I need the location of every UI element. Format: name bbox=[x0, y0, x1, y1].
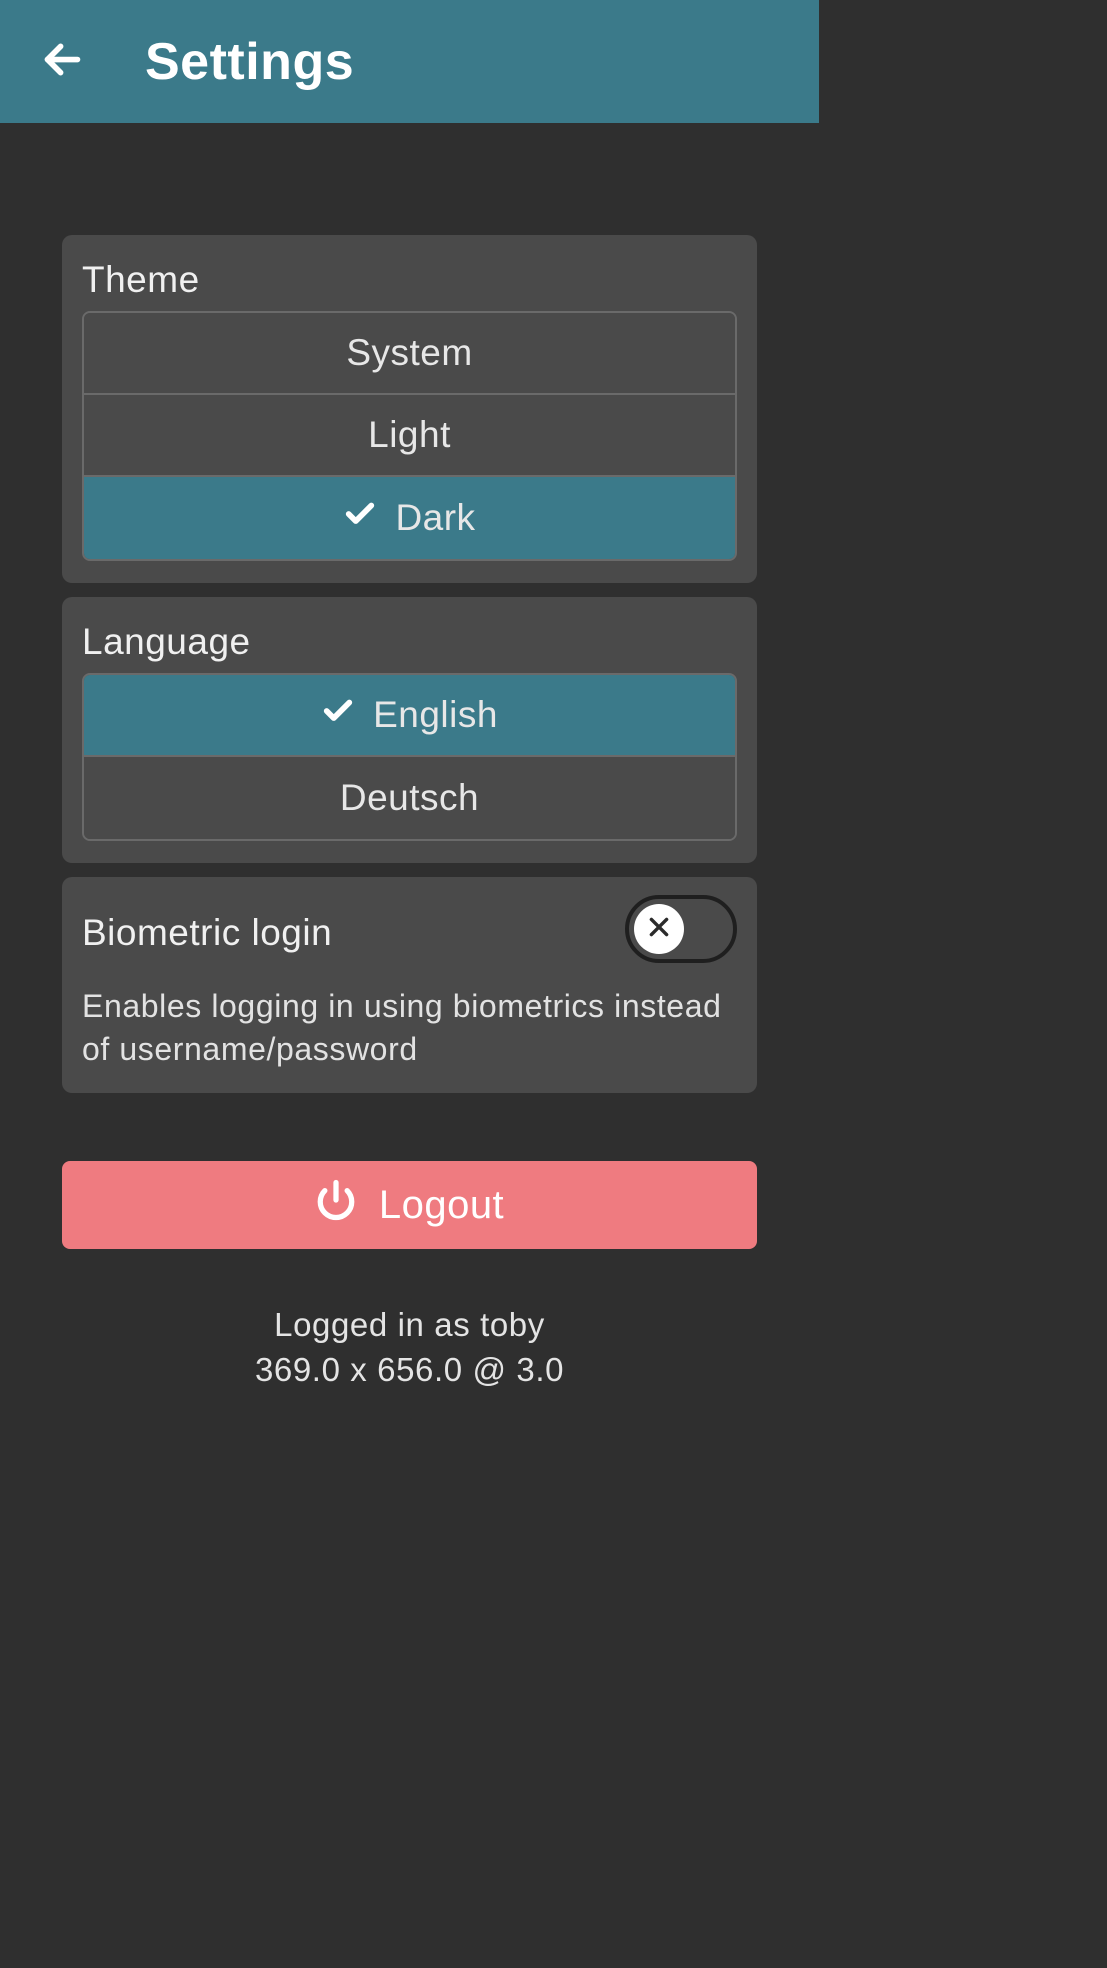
language-option-label: Deutsch bbox=[340, 777, 479, 819]
check-icon bbox=[343, 497, 377, 540]
logged-in-as: Logged in as toby bbox=[62, 1303, 757, 1348]
logout-button[interactable]: Logout bbox=[62, 1161, 757, 1249]
screen-dimensions: 369.0 x 656.0 @ 3.0 bbox=[62, 1348, 757, 1393]
arrow-left-icon bbox=[40, 37, 85, 87]
theme-option-system[interactable]: System bbox=[84, 313, 735, 395]
language-options: English Deutsch bbox=[82, 673, 737, 841]
biometric-card: Biometric login Enables logging in using… bbox=[62, 877, 757, 1093]
language-option-label: English bbox=[373, 694, 498, 736]
language-option-deutsch[interactable]: Deutsch bbox=[84, 757, 735, 839]
theme-card: Theme System Light Dark bbox=[62, 235, 757, 583]
biometric-title: Biometric login bbox=[82, 904, 332, 954]
theme-option-label: Dark bbox=[395, 497, 475, 539]
theme-title: Theme bbox=[82, 253, 737, 311]
theme-option-light[interactable]: Light bbox=[84, 395, 735, 477]
header-bar: Settings bbox=[0, 0, 819, 123]
back-button[interactable] bbox=[40, 37, 85, 87]
theme-option-label: System bbox=[346, 332, 472, 374]
check-icon bbox=[321, 694, 355, 737]
language-title: Language bbox=[82, 615, 737, 673]
biometric-description: Enables logging in using biometrics inst… bbox=[82, 985, 737, 1071]
footer-status: Logged in as toby 369.0 x 656.0 @ 3.0 bbox=[62, 1303, 757, 1392]
close-icon bbox=[646, 914, 672, 945]
page-title: Settings bbox=[145, 32, 354, 92]
power-icon bbox=[315, 1179, 357, 1231]
language-card: Language English Deutsch bbox=[62, 597, 757, 863]
biometric-toggle[interactable] bbox=[625, 895, 737, 963]
theme-options: System Light Dark bbox=[82, 311, 737, 561]
toggle-knob bbox=[634, 904, 684, 954]
theme-option-label: Light bbox=[368, 414, 451, 456]
theme-option-dark[interactable]: Dark bbox=[84, 477, 735, 559]
logout-label: Logout bbox=[379, 1183, 504, 1228]
language-option-english[interactable]: English bbox=[84, 675, 735, 757]
